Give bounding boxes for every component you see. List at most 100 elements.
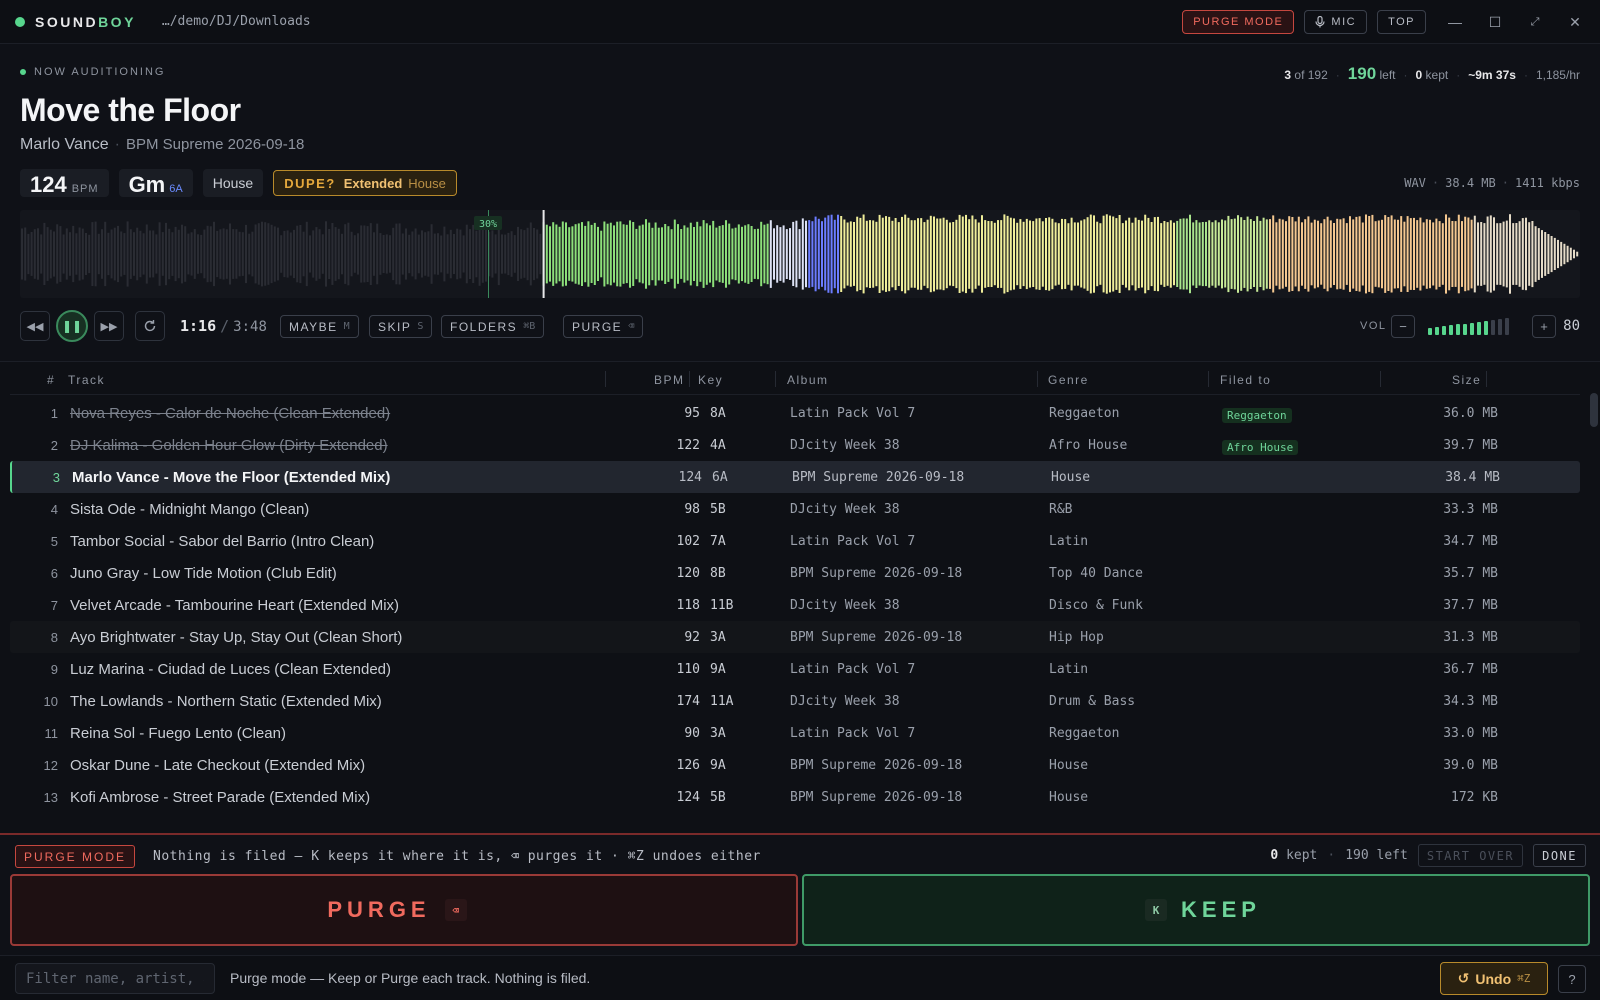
playhead <box>542 210 545 298</box>
table-row[interactable]: 3 Marlo Vance - Move the Floor (Extended … <box>10 461 1580 493</box>
table-row[interactable]: 4 Sista Ode - Midnight Mango (Clean) 98 5B D… <box>10 493 1580 525</box>
row-track-name: Oskar Dune - Late Checkout (Extended Mix… <box>70 757 366 774</box>
replay-button[interactable] <box>135 311 165 341</box>
mic-label: MIC <box>1331 16 1357 28</box>
row-genre: Disco & Funk <box>1049 598 1143 613</box>
col-key[interactable]: Key <box>698 373 723 387</box>
maybe-button[interactable]: MAYBE M <box>280 315 359 338</box>
row-bpm: 95 <box>684 406 700 421</box>
row-genre: Drum & Bass <box>1049 694 1136 709</box>
row-genre: House <box>1049 790 1089 805</box>
volume-up-button[interactable]: + <box>1532 315 1556 338</box>
row-album: DJcity Week 38 <box>790 694 900 709</box>
table-row[interactable]: 11 Reina Sol - Fuego Lento (Clean) 90 3A Lat… <box>10 717 1580 749</box>
row-bpm: 120 <box>676 566 700 581</box>
waveform[interactable]: 30% <box>20 210 1580 298</box>
fast-forward-button[interactable]: ▶▶ <box>94 311 124 341</box>
row-key: 5B <box>710 502 726 517</box>
table-row[interactable]: 5 Tambor Social - Sabor del Barrio (Intro… <box>10 525 1580 557</box>
row-number: 1 <box>50 406 58 421</box>
file-info: WAV · 38.4 MB · 1411 kbps <box>1404 176 1580 190</box>
folders-button[interactable]: FOLDERS ⌘B <box>441 315 545 338</box>
status-dot-icon <box>15 16 25 27</box>
col-genre[interactable]: Genre <box>1048 373 1089 387</box>
mic-button[interactable]: MIC <box>1304 10 1368 34</box>
volume-bar <box>1435 327 1439 335</box>
undo-button[interactable]: ↺ Undo ⌘Z <box>1440 962 1548 995</box>
col-track[interactable]: Track <box>68 373 105 387</box>
folder-path[interactable]: …/demo/DJ/Downloads <box>162 14 311 29</box>
row-genre: Reggaeton <box>1049 406 1120 421</box>
minimize-icon[interactable]: — <box>1444 14 1466 30</box>
table-row[interactable]: 1 Nova Reyes - Calor de Noche (Clean Exte… <box>10 397 1580 429</box>
row-number: 13 <box>43 790 58 805</box>
stat-rate: 1,185/hr <box>1535 68 1580 82</box>
table-row[interactable]: 8 Ayo Brightwater - Stay Up, Stay Out (Cl… <box>10 621 1580 653</box>
col-filed-to[interactable]: Filed to <box>1220 373 1271 387</box>
row-number: 10 <box>43 694 58 709</box>
row-size: 36.0 MB <box>1443 406 1498 421</box>
row-key: 9A <box>710 662 726 677</box>
row-track-name: Ayo Brightwater - Stay Up, Stay Out (Cle… <box>70 629 403 646</box>
col-bpm[interactable]: BPM <box>654 373 685 387</box>
col-num[interactable]: # <box>47 373 55 387</box>
row-size: 39.0 MB <box>1443 758 1498 773</box>
row-genre: House <box>1049 758 1089 773</box>
row-size: 36.7 MB <box>1443 662 1498 677</box>
help-button[interactable]: ? <box>1558 965 1586 993</box>
waveform-graphic[interactable]: 30% <box>20 210 1580 298</box>
maximize-icon[interactable]: ☐ <box>1484 14 1506 31</box>
table-row[interactable]: 12 Oskar Dune - Late Checkout (Extended M… <box>10 749 1580 781</box>
volume-bar <box>1484 320 1488 335</box>
bpm-chip: 124 BPM <box>20 169 109 197</box>
keep-button[interactable]: K KEEP <box>802 874 1590 946</box>
row-size: 39.7 MB <box>1443 438 1498 453</box>
col-size[interactable]: Size <box>1452 373 1481 387</box>
file-bitrate: 1411 kbps <box>1514 176 1580 190</box>
row-key: 8B <box>710 566 726 581</box>
filter-input[interactable] <box>15 963 215 994</box>
dupe-warning-badge[interactable]: DUPE? Extended House <box>273 170 457 196</box>
table-row[interactable]: 6 Juno Gray - Low Tide Motion (Club Edit)… <box>10 557 1580 589</box>
table-row[interactable]: 2 DJ Kalima - Golden Hour Glow (Dirty Ext… <box>10 429 1580 461</box>
done-button[interactable]: DONE <box>1533 844 1586 867</box>
replay-icon <box>144 320 156 332</box>
genre-chip: House <box>202 169 264 197</box>
pause-button[interactable]: ❚❚ <box>56 310 88 342</box>
rewind-button[interactable]: ◀◀ <box>20 311 50 341</box>
table-row[interactable]: 9 Luz Marina - Ciudad de Luces (Clean Ext… <box>10 653 1580 685</box>
purge-action-button[interactable]: PURGE ⌫ <box>563 315 644 338</box>
row-number: 4 <box>50 502 58 517</box>
row-size: 34.3 MB <box>1443 694 1498 709</box>
row-genre: Top 40 Dance <box>1049 566 1143 581</box>
always-on-top-button[interactable]: TOP <box>1377 10 1426 34</box>
row-bpm: 90 <box>684 726 700 741</box>
progress-stats: 3 of 192 · 190 left · 0 kept · ~9m 37s ·… <box>1284 64 1580 83</box>
table-scrollbar[interactable] <box>1590 393 1598 427</box>
purge-mode-button[interactable]: PURGE MODE <box>1182 10 1295 34</box>
table-row[interactable]: 13 Kofi Ambrose - Street Parade (Extended… <box>10 781 1580 813</box>
volume-bar <box>1470 322 1474 335</box>
purge-mode-bar: PURGE MODE Nothing is filed — K keeps it… <box>0 833 1600 955</box>
row-key: 7A <box>710 534 726 549</box>
col-album[interactable]: Album <box>787 373 829 387</box>
volume-meter[interactable] <box>1428 318 1509 335</box>
fullscreen-icon[interactable]: ⤢ <box>1524 16 1546 29</box>
purge-kept-label: kept <box>1286 848 1318 863</box>
volume-down-button[interactable]: − <box>1391 315 1415 338</box>
table-row[interactable]: 7 Velvet Arcade - Tambourine Heart (Exten… <box>10 589 1580 621</box>
row-genre: Latin <box>1049 662 1089 677</box>
row-album: BPM Supreme 2026-09-18 <box>790 566 963 581</box>
start-over-button[interactable]: START OVER <box>1417 844 1524 867</box>
table-row[interactable]: 10 The Lowlands - Northern Static (Extend… <box>10 685 1580 717</box>
row-key: 11B <box>710 598 734 613</box>
volume-label: VOL <box>1360 320 1387 332</box>
row-key: 9A <box>710 758 726 773</box>
row-album: Latin Pack Vol 7 <box>790 662 916 677</box>
volume-bar <box>1491 319 1495 335</box>
purge-button[interactable]: PURGE ⌫ <box>10 874 798 946</box>
row-key: 8A <box>710 406 726 421</box>
close-icon[interactable]: ✕ <box>1564 14 1586 31</box>
row-key: 4A <box>710 438 726 453</box>
skip-button[interactable]: SKIP S <box>369 315 433 338</box>
